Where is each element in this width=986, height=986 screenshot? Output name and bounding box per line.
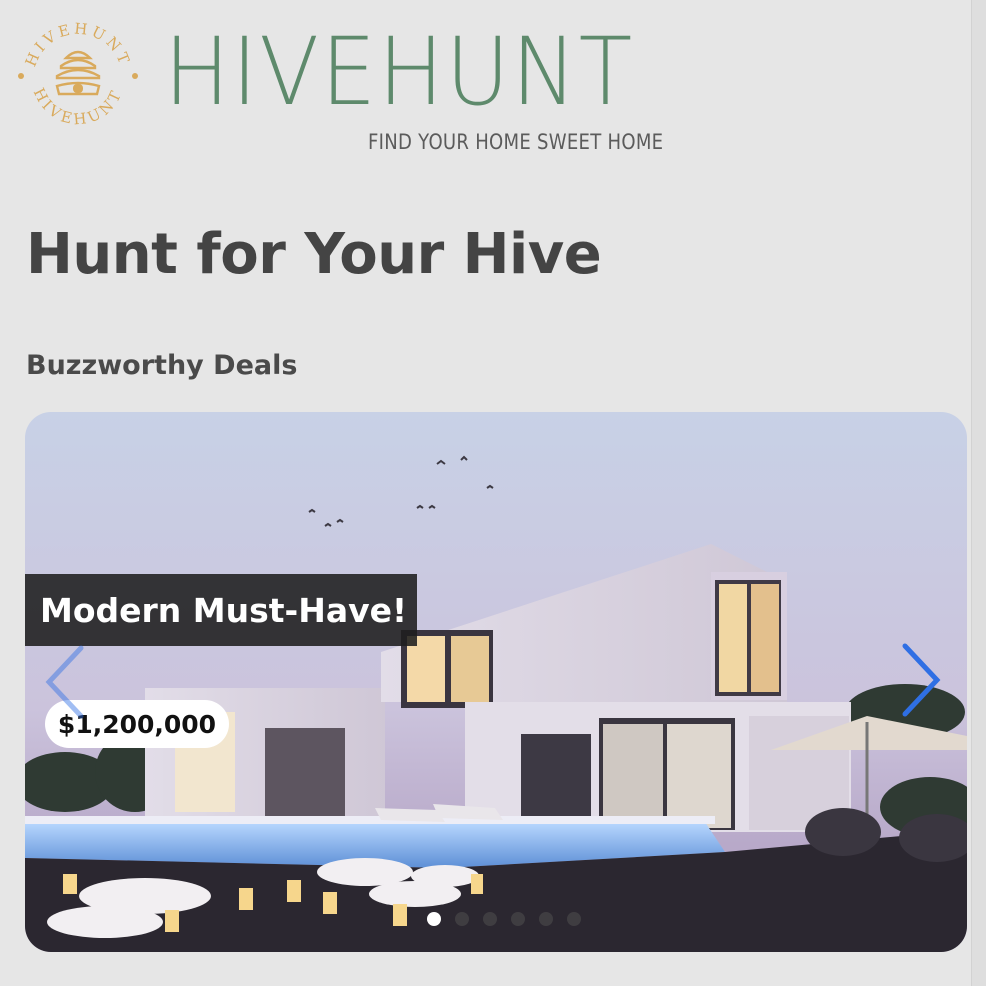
deals-carousel[interactable]: Modern Must-Have! $1,200,000 [25,412,967,952]
carousel-dot[interactable] [427,912,441,926]
beehive-logo-icon: HIVEHUNT HIVEHUNT [18,19,138,129]
carousel-dot[interactable] [511,912,525,926]
slide-caption: Modern Must-Have! [25,574,417,646]
carousel-dot[interactable] [483,912,497,926]
brand-tagline: FIND YOUR HOME SWEET HOME [368,130,664,154]
chevron-right-icon[interactable] [897,640,945,720]
listing-photo[interactable] [25,412,967,952]
carousel-dot[interactable] [567,912,581,926]
svg-text:HIVEHUNT: HIVEHUNT [22,19,135,69]
carousel-indicators [427,912,581,926]
scrollbar[interactable] [971,0,986,986]
section-title: Buzzworthy Deals [26,350,298,381]
carousel-dot[interactable] [539,912,553,926]
chevron-left-icon[interactable] [41,642,89,722]
carousel-dot[interactable] [455,912,469,926]
page-title: Hunt for Your Hive [26,222,602,287]
brand-name[interactable]: HIVEHUNT [164,26,634,120]
